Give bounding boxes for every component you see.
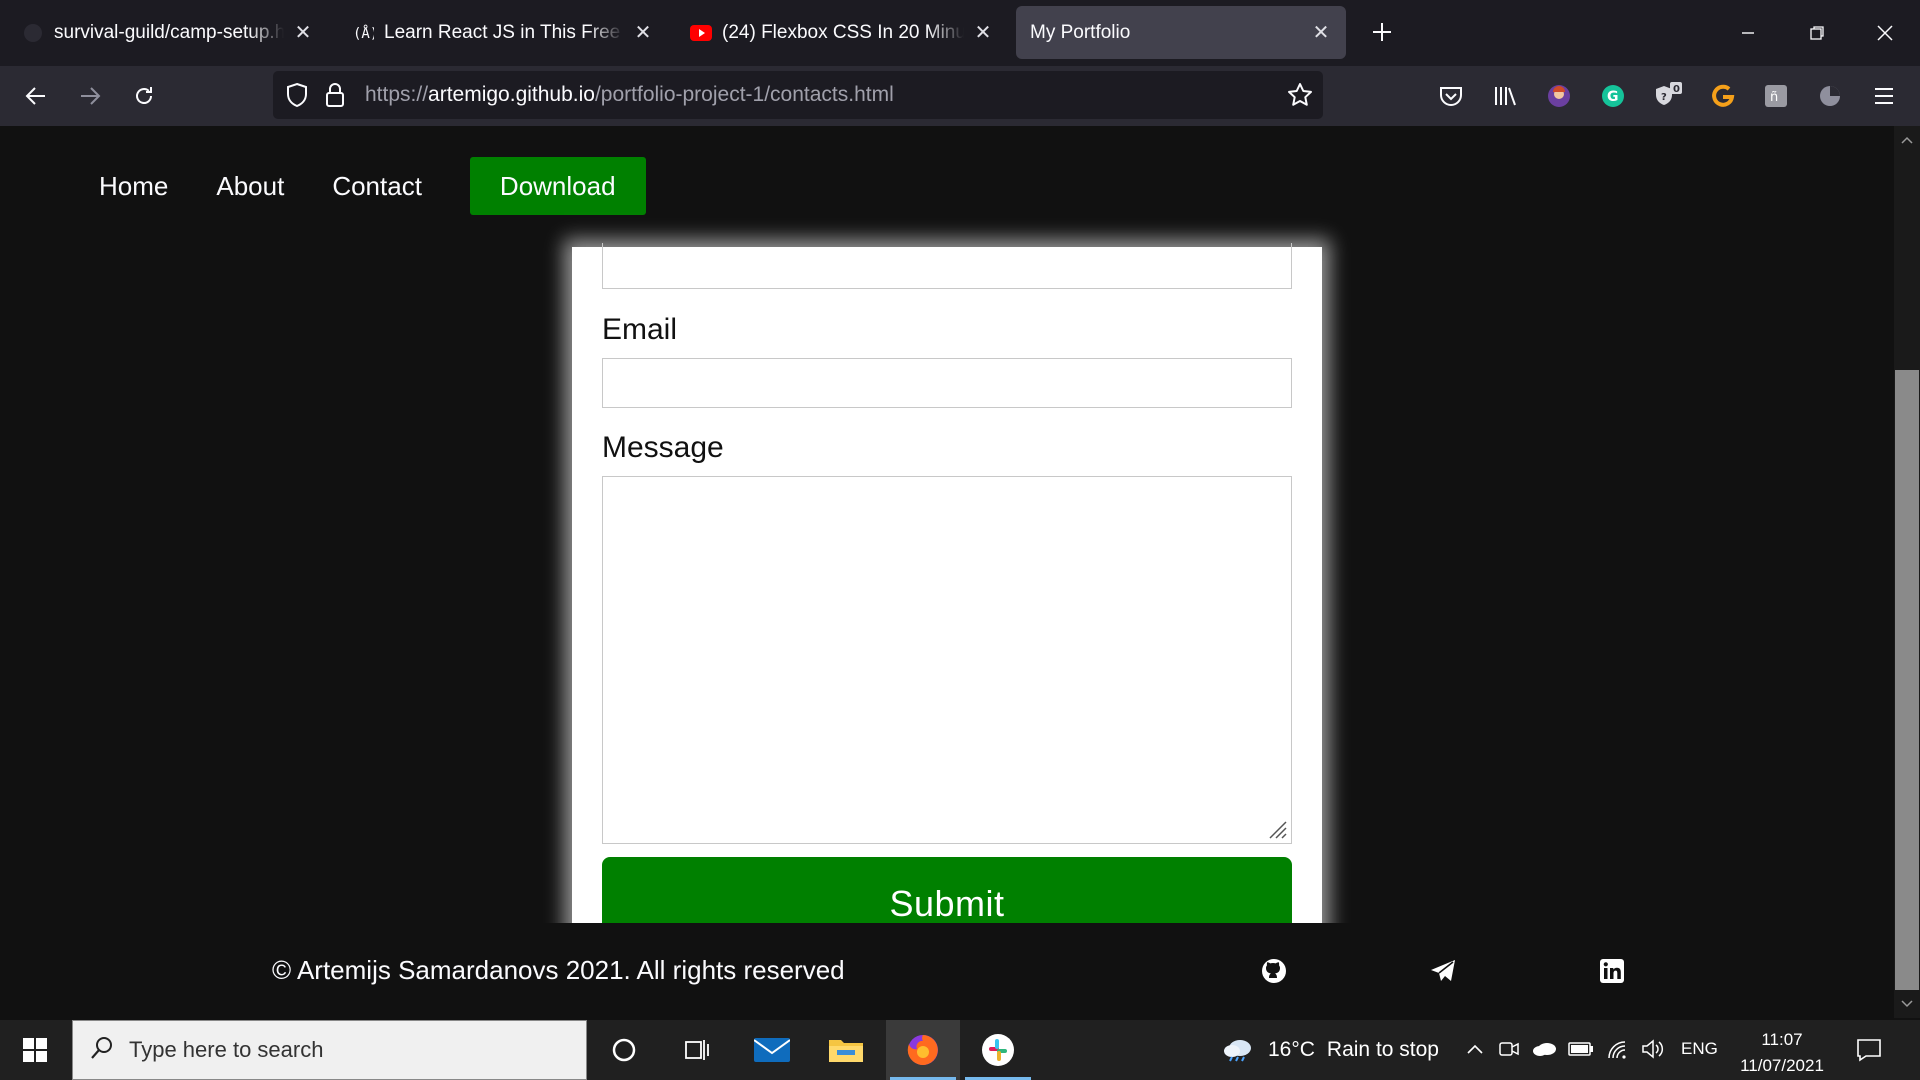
resize-grip-icon[interactable] [1266,818,1288,840]
tab-flexbox-video[interactable]: (24) Flexbox CSS In 20 Minutes ✕ [676,6,1008,59]
site-nav: Home About Contact Download [0,126,1894,246]
tab-learn-react[interactable]: (Å) Learn React JS in This Free 7-Hour C… [338,6,668,59]
cloud-rain-icon [1222,1037,1254,1063]
page-scrollbar[interactable] [1894,126,1920,1018]
tab-camp-setup[interactable]: survival-guild/camp-setup.html ✕ [8,6,328,59]
close-window-button[interactable] [1862,10,1908,56]
privacy-extension-icon[interactable]: ? 0 [1648,77,1686,115]
taskbar-search-input[interactable]: Type here to search [72,1020,587,1080]
minimize-button[interactable] [1725,10,1771,56]
search-placeholder: Type here to search [129,1037,324,1062]
windows-start-icon[interactable] [10,1030,60,1070]
extension-badge-count: 0 [1673,84,1680,95]
shield-icon[interactable] [285,82,309,113]
site-footer: © Artemijs Samardanovs 2021. All rights … [0,923,1894,1018]
clock-time: 11:07 [1761,1030,1803,1049]
clock-date: 11/07/2021 [1740,1056,1824,1075]
weather-widget[interactable]: 16°C Rain to stop [1222,1020,1439,1080]
meet-now-icon[interactable] [1496,1036,1522,1062]
lock-icon[interactable] [325,82,345,113]
page-viewport: Home About Contact Download Email Messag… [0,126,1894,1018]
message-label: Message [602,431,724,464]
tab-title: Learn React JS in This Free 7-Hour Cours… [384,21,624,43]
file-explorer-icon[interactable] [809,1020,883,1080]
system-clock[interactable]: 11:07 11/07/2021 [1732,1027,1832,1079]
new-tab-button[interactable] [1364,14,1400,50]
url-host: artemigo.github.io [428,83,595,106]
nav-about-link[interactable]: About [216,171,284,202]
tab-title: My Portfolio [1030,21,1131,43]
close-icon[interactable]: ✕ [630,20,656,46]
download-button[interactable]: Download [469,157,646,215]
telegram-icon[interactable] [1428,956,1458,986]
email-label: Email [602,313,678,346]
svg-text:(Å): (Å) [353,25,374,42]
url-text[interactable]: https://artemigo.github.io/portfolio-pro… [365,83,894,107]
onedrive-cloud-icon[interactable] [1532,1036,1558,1062]
youtube-icon [690,22,712,44]
email-field[interactable] [602,358,1292,408]
tab-title: (24) Flexbox CSS In 20 Minutes [722,21,964,43]
freecodecamp-icon: (Å) [352,22,374,44]
svg-text:G: G [1607,89,1619,105]
contact-form: Email Message Submit [572,243,1322,1018]
back-button[interactable] [14,74,58,118]
scroll-up-arrow-icon[interactable] [1894,130,1920,150]
github-icon[interactable] [1259,956,1289,986]
weather-condition: Rain to stop [1326,1038,1439,1061]
linkedin-icon[interactable] [1597,956,1627,986]
input-language[interactable]: ENG [1681,1039,1718,1059]
bookmark-star-icon[interactable] [1287,82,1313,113]
notification-center-icon[interactable] [1852,1034,1886,1066]
menu-icon[interactable] [1865,77,1903,115]
scroll-down-arrow-icon[interactable] [1894,994,1920,1014]
browser-toolbar: https://artemigo.github.io/portfolio-pro… [0,66,1920,126]
task-view-icon[interactable] [661,1020,735,1080]
cortana-icon[interactable] [587,1020,661,1080]
svg-text:ñ: ñ [1770,90,1778,105]
reload-button[interactable] [122,74,166,118]
chevron-up-icon[interactable] [1462,1036,1488,1062]
url-path: /portfolio-project-1/contacts.html [594,83,894,106]
battery-icon[interactable] [1568,1036,1594,1062]
browser-tab-strip: survival-guild/camp-setup.html ✕ (Å) Lea… [0,0,1920,66]
nav-home-link[interactable]: Home [99,171,168,202]
message-textarea[interactable] [602,476,1292,844]
g-orange-extension-icon[interactable] [1703,77,1741,115]
volume-icon[interactable] [1640,1036,1666,1062]
copyright-text: © Artemijs Samardanovs 2021. All rights … [272,955,845,985]
name-field[interactable] [602,243,1292,289]
url-scheme: https:// [365,83,429,106]
weather-temperature: 16°C [1268,1038,1315,1061]
close-icon[interactable]: ✕ [290,20,316,46]
search-icon [89,1035,115,1066]
restore-button[interactable] [1794,10,1840,56]
profile-extension-icon[interactable] [1540,77,1578,115]
url-bar[interactable]: https://artemigo.github.io/portfolio-pro… [273,71,1323,119]
close-icon[interactable]: ✕ [970,20,996,46]
mail-app-icon[interactable] [735,1020,809,1080]
slack-icon[interactable] [961,1020,1035,1080]
tab-title: survival-guild/camp-setup.html [54,21,284,43]
pocket-icon[interactable] [1432,77,1470,115]
translate-extension-icon[interactable]: ñ [1757,77,1795,115]
nav-contact-link[interactable]: Contact [332,171,422,202]
library-icon[interactable] [1486,77,1524,115]
tab-my-portfolio[interactable]: My Portfolio ✕ [1016,6,1346,59]
pie-extension-icon[interactable] [1811,77,1849,115]
wifi-icon[interactable] [1604,1036,1630,1062]
svg-text:?: ? [1661,92,1667,103]
scrollbar-thumb[interactable] [1895,370,1919,990]
grammarly-icon[interactable]: G [1594,77,1632,115]
github-icon [22,22,44,44]
close-icon[interactable]: ✕ [1308,20,1334,46]
forward-button[interactable] [68,74,112,118]
windows-taskbar: Type here to search 16°C Rain to stop EN… [0,1020,1920,1080]
firefox-taskbar-icon[interactable] [886,1020,960,1080]
